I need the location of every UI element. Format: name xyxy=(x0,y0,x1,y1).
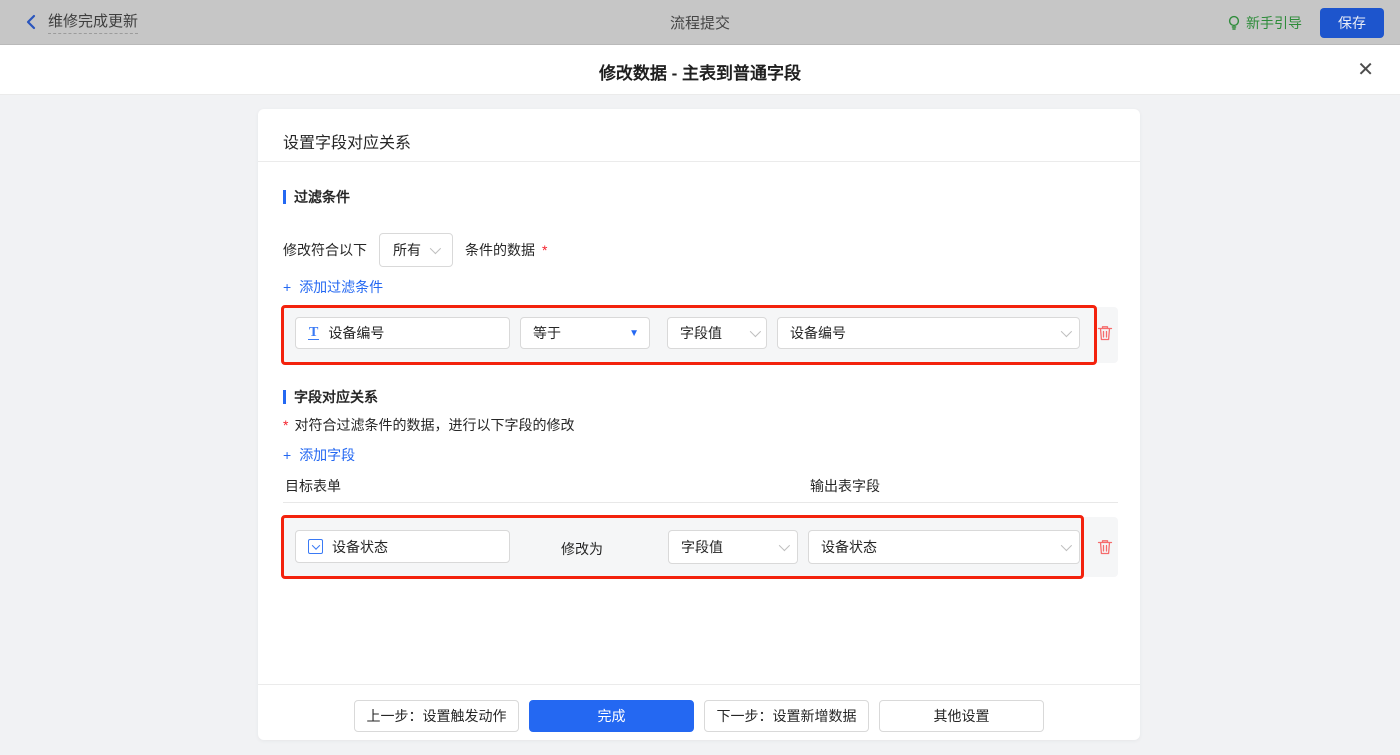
mapping-section-title: 字段对应关系 xyxy=(283,387,378,407)
add-filter-label: 添加过滤条件 xyxy=(299,279,384,295)
match-mode-value: 所有 xyxy=(393,242,421,258)
modal-body: 设置字段对应关系 过滤条件 修改符合以下 所有 条件的数据 * + 添加过滤条件… xyxy=(0,95,1400,755)
select-field-icon xyxy=(308,539,323,554)
operator-select[interactable]: 等于 ▼ xyxy=(520,317,650,349)
save-button[interactable]: 保存 xyxy=(1320,7,1384,38)
delete-filter-row-icon[interactable] xyxy=(1096,324,1114,342)
section-accent-bar xyxy=(283,190,286,204)
filter-value-type-select[interactable]: 字段值 xyxy=(667,317,767,349)
mapping-field-input[interactable]: 设备状态 xyxy=(295,530,510,563)
guide-label: 新手引导 xyxy=(1246,14,1302,31)
card-title: 设置字段对应关系 xyxy=(283,135,412,152)
add-field-label: 添加字段 xyxy=(299,447,356,463)
chevron-down-icon xyxy=(1060,325,1073,338)
column-header-target-form: 目标表单 xyxy=(285,478,341,494)
finish-button[interactable]: 完成 xyxy=(529,700,694,732)
footer-buttons: 上一步：设置触发动作 完成 下一步：设置新增数据 其他设置 xyxy=(258,700,1140,732)
chevron-down-icon xyxy=(1060,539,1073,552)
filter-field-input[interactable]: T 设备编号 xyxy=(295,317,510,349)
filter-value-field: 设备编号 xyxy=(790,325,846,341)
chevron-down-icon xyxy=(749,325,762,338)
delete-mapping-row-icon[interactable] xyxy=(1096,538,1114,556)
condition-prefix: 修改符合以下 xyxy=(283,242,367,258)
condition-suffix: 条件的数据 xyxy=(465,242,535,258)
filter-section-title: 过滤条件 xyxy=(283,187,350,207)
plus-icon: + xyxy=(283,447,292,463)
modify-to-label: 修改为 xyxy=(561,541,603,557)
lightbulb-icon xyxy=(1228,15,1240,30)
match-mode-select[interactable]: 所有 xyxy=(379,233,453,267)
mapping-value-type-select[interactable]: 字段值 xyxy=(668,530,798,564)
mapping-description-text: 对符合过滤条件的数据，进行以下字段的修改 xyxy=(294,417,575,433)
chevron-down-icon xyxy=(778,539,791,552)
caret-down-icon: ▼ xyxy=(629,327,639,339)
mapping-description: * 对符合过滤条件的数据，进行以下字段的修改 xyxy=(283,415,574,435)
mapping-field-value: 设备状态 xyxy=(332,538,388,555)
filter-section-label: 过滤条件 xyxy=(294,189,350,205)
operator-value: 等于 xyxy=(533,325,561,341)
add-filter-condition-link[interactable]: + 添加过滤条件 xyxy=(283,277,383,297)
settings-card: 设置字段对应关系 过滤条件 修改符合以下 所有 条件的数据 * + 添加过滤条件… xyxy=(258,109,1140,740)
filter-value-type: 字段值 xyxy=(680,325,722,341)
other-settings-button[interactable]: 其他设置 xyxy=(879,700,1044,732)
mapping-section-label: 字段对应关系 xyxy=(294,389,378,405)
column-header-output-field: 输出表字段 xyxy=(810,478,880,494)
modal-header: 修改数据 - 主表到普通字段 ✕ xyxy=(0,45,1400,95)
mapping-value-type: 字段值 xyxy=(681,539,723,555)
plus-icon: + xyxy=(283,279,292,295)
section-accent-bar xyxy=(283,390,286,404)
divider xyxy=(258,161,1140,162)
required-asterisk: * xyxy=(542,242,548,258)
beginner-guide-link[interactable]: 新手引导 xyxy=(1227,13,1302,33)
divider xyxy=(258,684,1140,685)
page-title: 流程提交 xyxy=(669,14,730,32)
required-asterisk: * xyxy=(283,417,289,433)
text-field-icon: T xyxy=(308,325,320,340)
chevron-down-icon xyxy=(429,242,442,255)
mapping-value-field: 设备状态 xyxy=(821,539,877,555)
filter-field-value: 设备编号 xyxy=(328,325,385,341)
next-step-button[interactable]: 下一步：设置新增数据 xyxy=(704,700,869,732)
divider xyxy=(283,502,1118,503)
modal-title: 修改数据 - 主表到普通字段 xyxy=(598,64,802,83)
filter-value-field-select[interactable]: 设备编号 xyxy=(777,317,1080,349)
filter-condition-line: 修改符合以下 所有 条件的数据 * xyxy=(283,233,547,267)
mapping-value-field-select[interactable]: 设备状态 xyxy=(808,530,1080,564)
add-field-link[interactable]: + 添加字段 xyxy=(283,445,355,465)
prev-step-button[interactable]: 上一步：设置触发动作 xyxy=(354,700,519,732)
close-icon[interactable]: ✕ xyxy=(1357,57,1374,83)
top-bar: 维修完成更新 流程提交 新手引导 保存 xyxy=(0,0,1400,45)
